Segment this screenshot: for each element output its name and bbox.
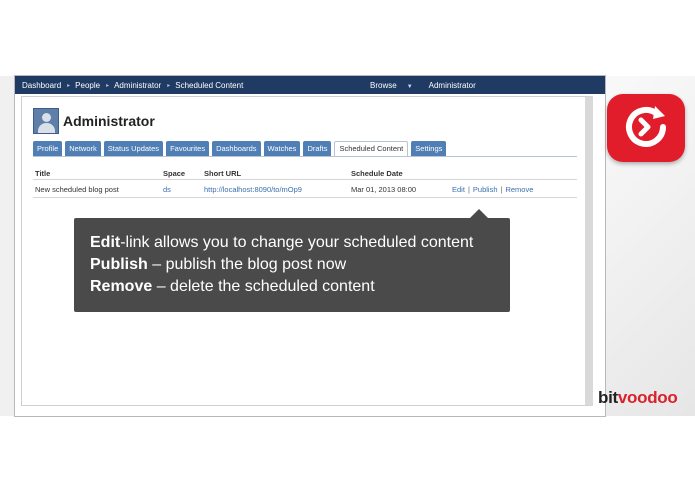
tooltip-line-edit: Edit-link allows you to change your sche… [90, 232, 510, 254]
tooltip-line-publish: Publish – publish the blog post now [90, 254, 510, 276]
tab-watches[interactable]: Watches [263, 141, 301, 156]
row-title: New scheduled blog post [35, 185, 119, 194]
logo-bit: bit [598, 388, 618, 407]
browse-label: Browse [370, 80, 397, 90]
tab-drafts[interactable]: Drafts [303, 141, 332, 156]
tooltip-publish-term: Publish [90, 256, 148, 273]
column-header-space: Space [163, 169, 186, 178]
browse-menu[interactable]: Browse ▼ [370, 81, 421, 90]
app-badge [607, 94, 685, 162]
refresh-clock-icon [626, 106, 666, 147]
row-space-link[interactable]: ds [163, 185, 171, 194]
action-separator: | [467, 185, 470, 194]
tooltip-remove-text: – delete the scheduled content [152, 278, 375, 295]
breadcrumb-separator-icon: ▸ [106, 82, 110, 89]
chevron-down-icon: ▼ [406, 83, 413, 90]
page-title: Administrator [63, 113, 155, 129]
nav-scheduled-content[interactable]: Scheduled Content [175, 81, 243, 90]
brand-logo: bitvoodoo [598, 388, 678, 408]
column-header-short-url: Short URL [204, 169, 242, 178]
top-nav-right: Browse ▼ Administrator [370, 81, 484, 90]
remove-link[interactable]: Remove [505, 185, 533, 194]
column-header-title: Title [35, 169, 51, 178]
tab-divider [33, 156, 577, 157]
breadcrumb-separator-icon: ▸ [167, 82, 171, 89]
row-actions: Edit | Publish | Remove [452, 185, 533, 194]
tab-scheduled-content[interactable]: Scheduled Content [334, 141, 409, 156]
tab-settings[interactable]: Settings [411, 141, 447, 156]
nav-administrator[interactable]: Administrator [114, 81, 161, 90]
action-separator: | [500, 185, 503, 194]
tooltip-arrow [470, 209, 488, 218]
tab-dashboards[interactable]: Dashboards [212, 141, 261, 156]
profile-tabs: Profile Network Status Updates Favourite… [33, 141, 449, 156]
tooltip-edit-text: -link allows you to change your schedule… [120, 234, 474, 251]
top-nav-bar: Dashboard ▸ People ▸ Administrator ▸ Sch… [15, 76, 605, 94]
row-short-url-link[interactable]: http://localhost:8090/to/mOp9 [204, 185, 302, 194]
tooltip-publish-text: – publish the blog post now [147, 256, 347, 273]
tooltip-line-remove: Remove – delete the scheduled content [90, 276, 510, 298]
nav-dashboard[interactable]: Dashboard [22, 81, 61, 90]
tab-status-updates[interactable]: Status Updates [103, 141, 164, 156]
row-divider [33, 197, 577, 198]
row-schedule-date: Mar 01, 2013 08:00 [351, 185, 417, 194]
tab-network[interactable]: Network [65, 141, 101, 156]
tooltip-remove-term: Remove [90, 278, 153, 295]
header-divider [33, 179, 577, 180]
edit-link[interactable]: Edit [452, 185, 465, 194]
callout-tooltip: Edit-link allows you to change your sche… [74, 209, 510, 312]
user-menu[interactable]: Administrator [429, 81, 476, 90]
user-head-icon [42, 113, 51, 122]
tab-favourites[interactable]: Favourites [166, 141, 210, 156]
user-body-icon [38, 123, 55, 133]
column-header-schedule-date: Schedule Date [351, 169, 403, 178]
publish-link[interactable]: Publish [473, 185, 498, 194]
nav-people[interactable]: People [75, 81, 100, 90]
avatar[interactable] [33, 108, 59, 134]
breadcrumb-separator-icon: ▸ [67, 82, 71, 89]
logo-voodoo: voodoo [617, 388, 678, 407]
tab-profile[interactable]: Profile [33, 141, 63, 156]
tooltip-edit-term: Edit [90, 234, 121, 251]
